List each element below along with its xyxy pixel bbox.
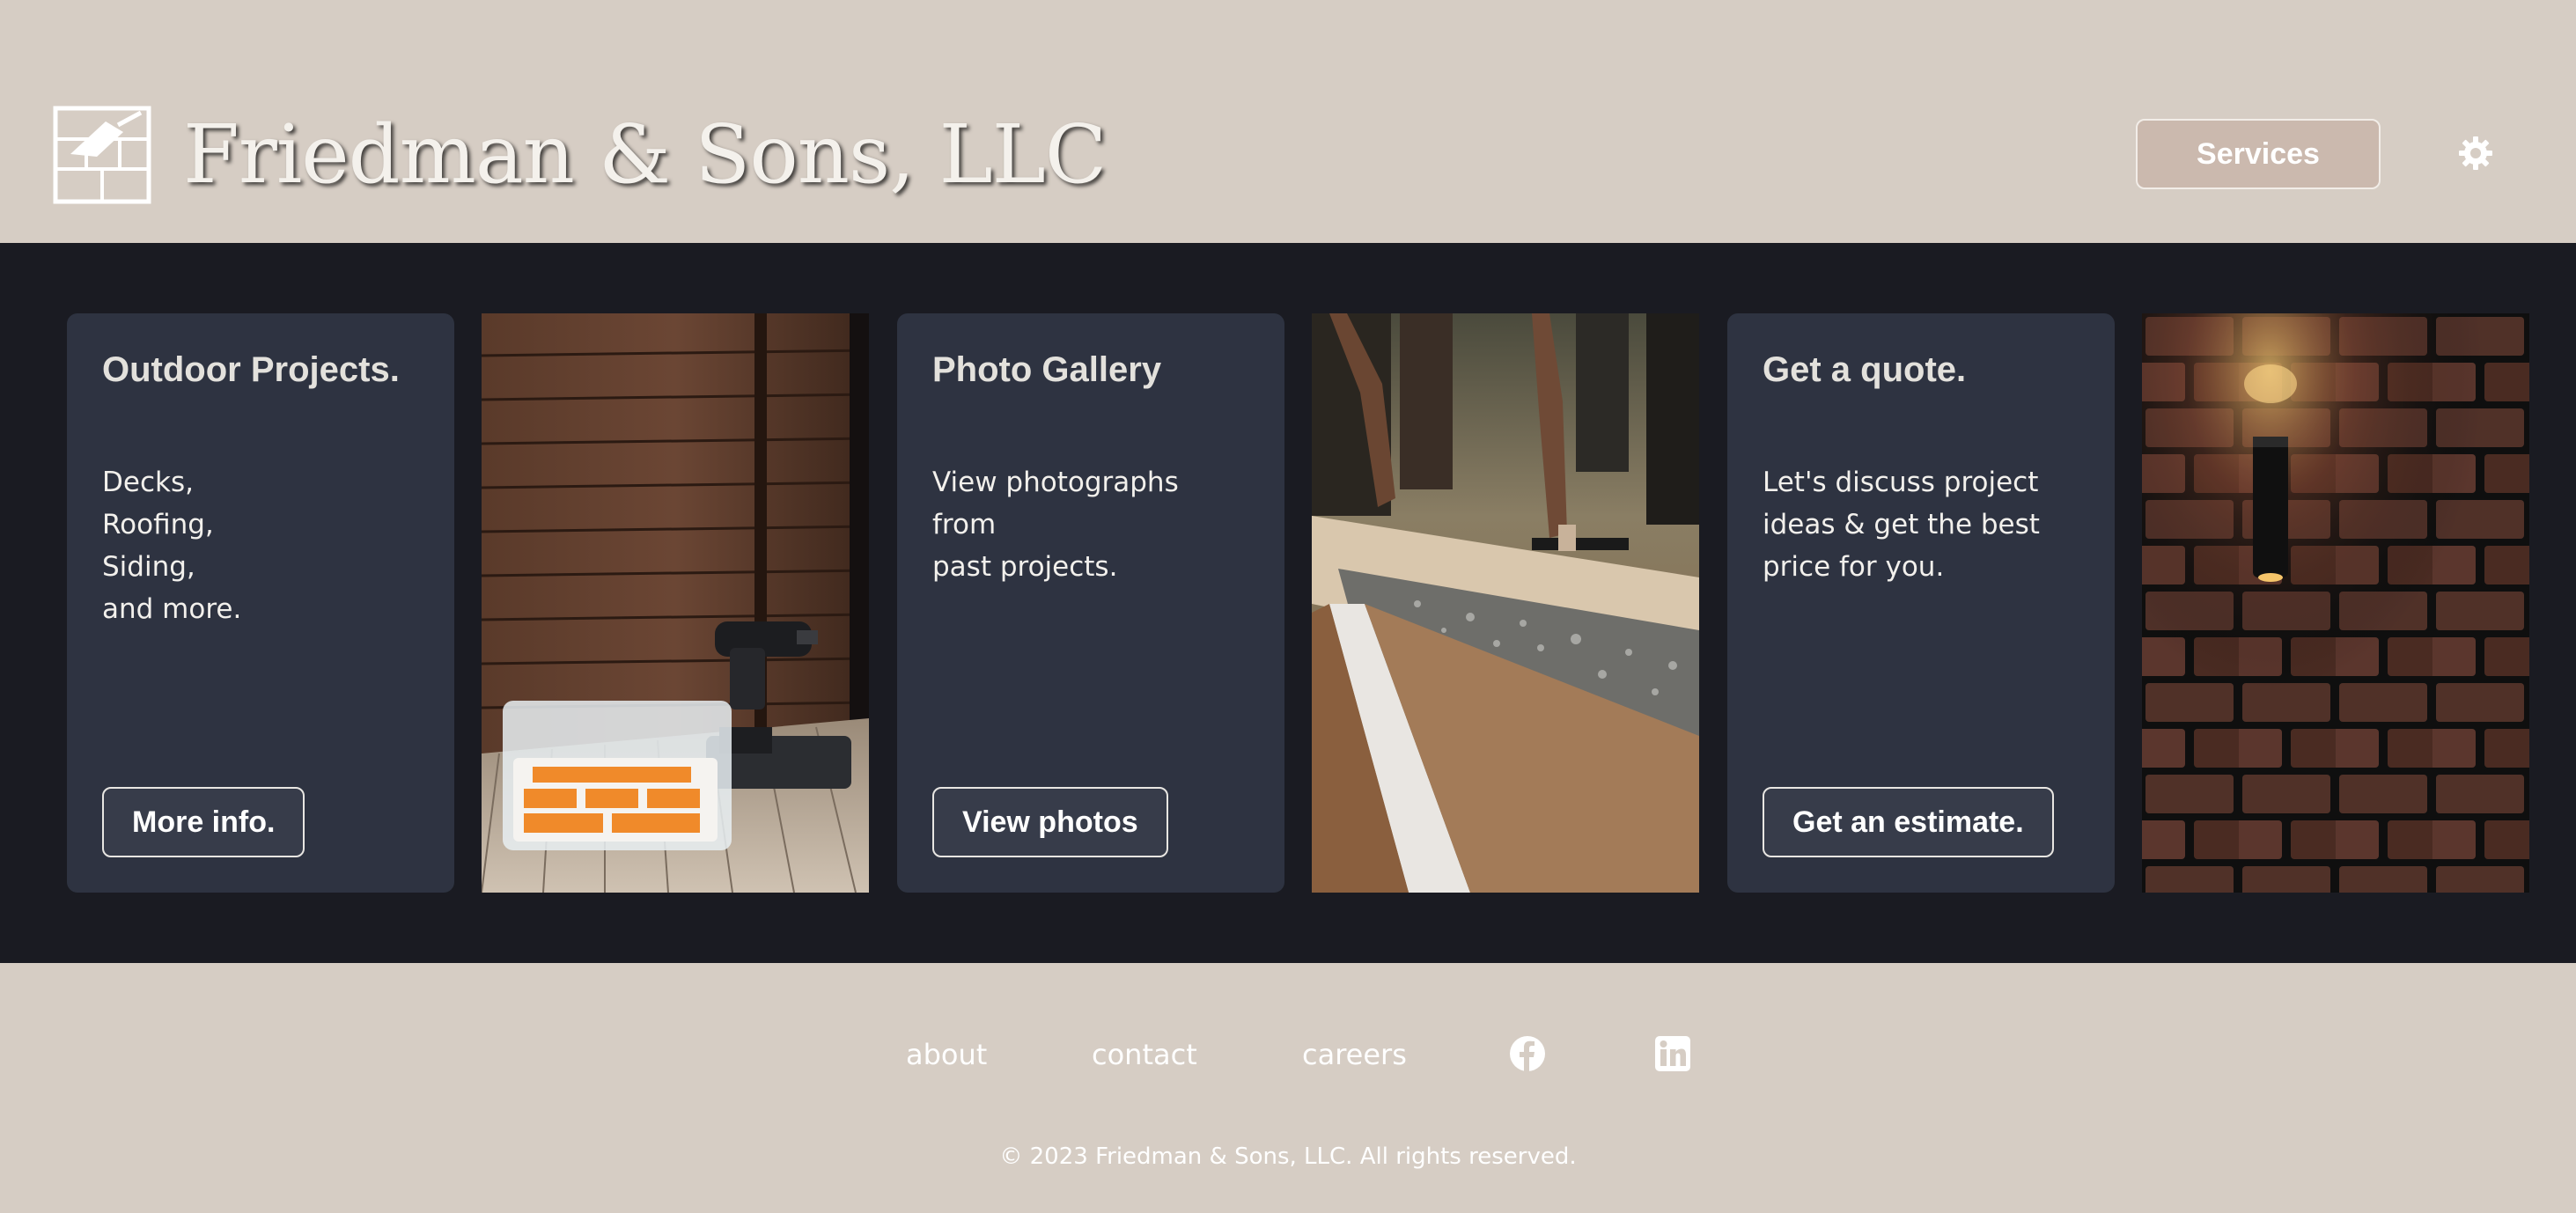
footer-link-about[interactable]: about bbox=[906, 1032, 987, 1077]
card-title: Get a quote. bbox=[1763, 350, 1967, 389]
more-info-button[interactable]: More info. bbox=[102, 787, 305, 857]
trowel-brick-logo[interactable] bbox=[53, 106, 151, 204]
site-header: Friedman & Sons, LLC Services bbox=[0, 0, 2576, 243]
card-body: View photographs from past projects. bbox=[932, 467, 1179, 583]
card-title: Photo Gallery bbox=[932, 350, 1162, 389]
footer-link-contact[interactable]: contact bbox=[1092, 1032, 1197, 1077]
card-title: Outdoor Projects. bbox=[102, 350, 400, 389]
footer-link-careers[interactable]: careers bbox=[1302, 1032, 1407, 1077]
brick-wall-lamp-photo bbox=[2142, 313, 2529, 893]
copyright-text: © 2023 Friedman & Sons, LLC. All rights … bbox=[999, 1143, 1577, 1170]
services-button[interactable]: Services bbox=[2136, 119, 2381, 189]
footer-nav: about contact careers bbox=[0, 1032, 2576, 1077]
card-body: Decks, Roofing, Siding, and more. bbox=[102, 467, 242, 625]
brand-title[interactable]: Friedman & Sons, LLC bbox=[183, 99, 1107, 211]
concrete-pouring-photo bbox=[1312, 313, 1699, 893]
view-photos-button[interactable]: View photos bbox=[932, 787, 1168, 857]
card-get-a-quote: Get a quote. Let's discuss project ideas… bbox=[1727, 313, 2115, 893]
facebook-icon[interactable] bbox=[1509, 1035, 1546, 1072]
get-estimate-button[interactable]: Get an estimate. bbox=[1763, 787, 2054, 857]
card-outdoor-projects: Outdoor Projects. Decks, Roofing, Siding… bbox=[67, 313, 454, 893]
card-body: Let's discuss project ideas & get the be… bbox=[1763, 467, 2040, 583]
gear-icon[interactable] bbox=[2456, 134, 2495, 173]
card-photo-gallery: Photo Gallery View photographs from past… bbox=[897, 313, 1284, 893]
linkedin-icon[interactable] bbox=[1654, 1035, 1691, 1072]
wood-siding-drill-toolbox-photo bbox=[482, 313, 869, 893]
feature-section: Outdoor Projects. Decks, Roofing, Siding… bbox=[0, 243, 2576, 963]
